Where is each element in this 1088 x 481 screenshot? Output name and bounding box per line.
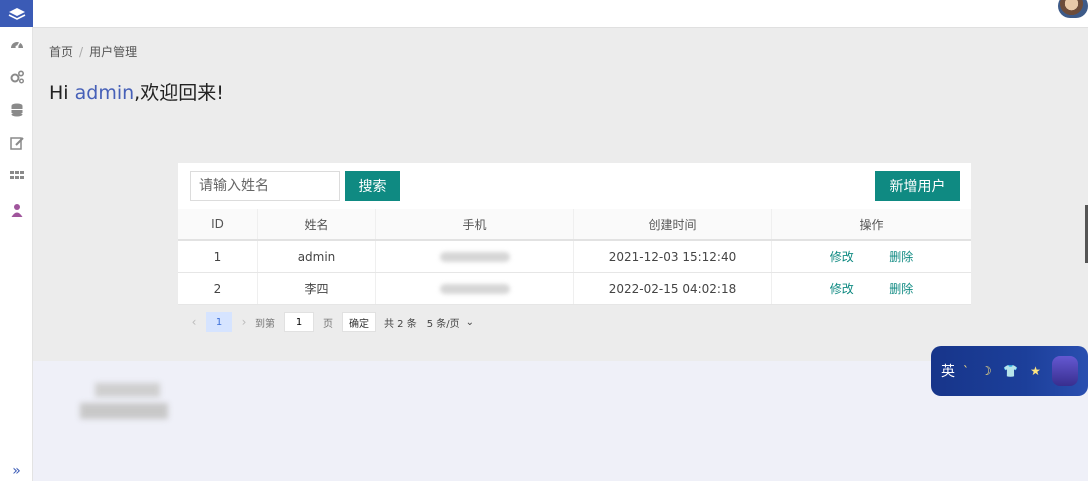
logo-layers-icon[interactable] [0,0,33,27]
cell-created-time: 2021-12-03 15:12:40 [574,241,772,272]
column-header-created-time[interactable]: 创建时间 [574,209,772,239]
top-header [33,0,1088,28]
database-icon[interactable] [0,99,33,121]
edit-link[interactable]: 修改 [830,280,854,297]
column-header-name[interactable]: 姓名 [258,209,376,239]
ime-character-icon [1052,356,1078,386]
cell-id: 2 [178,273,258,304]
column-header-id[interactable]: ID [178,209,258,239]
delete-link[interactable]: 删除 [889,280,913,297]
goto-page-input[interactable] [284,312,314,332]
pagination: ‹ 1 › 到第 页 确定 共 2 条 5 条/页 ⌄ [186,312,474,332]
prev-page-icon[interactable]: ‹ [186,315,202,329]
greeting-prefix: Hi [49,82,75,104]
redacted-block [80,403,168,419]
redacted-phone [439,283,510,294]
ime-language: 英 [941,364,955,380]
ime-widget[interactable]: 英 ˋ ☽ 👕 ★ [931,346,1088,396]
total-count: 共 2 条 [384,318,417,330]
lower-section [33,361,1088,481]
goto-label: 到第 [255,318,275,330]
cell-created-time: 2022-02-15 04:02:18 [574,273,772,304]
sidebar-collapse-icon[interactable]: » [0,462,33,480]
edit-icon[interactable] [0,132,33,154]
cell-id: 1 [178,241,258,272]
greeting-username: admin [74,82,135,104]
breadcrumb-current: 用户管理 [89,45,138,59]
cell-actions: 修改 删除 [772,241,971,272]
delete-link[interactable]: 删除 [889,248,913,265]
search-input[interactable] [190,171,340,201]
ime-decoration-icons: ˋ ☽ 👕 ★ [963,364,1045,378]
chevron-down-icon: ⌄ [465,316,475,328]
sidebar: » [0,0,33,481]
cell-name: 李四 [258,273,376,304]
user-icon[interactable] [0,199,33,221]
page-greeting: Hi admin,欢迎回来! [49,78,224,105]
page-size-select[interactable]: 5 条/页 ⌄ [427,315,474,330]
goto-confirm-button[interactable]: 确定 [342,312,376,332]
cell-name: admin [258,241,376,272]
page-unit-label: 页 [323,318,333,330]
page-size-value: 5 条/页 [426,318,460,330]
column-header-actions: 操作 [859,217,884,232]
user-table-panel: 搜索 新增用户 ID 姓名 手机 创建时间 操作 1 admin 2021-12… [178,163,971,305]
cell-phone-redacted [376,273,574,304]
page-number-current[interactable]: 1 [206,312,232,332]
dashboard-icon[interactable] [0,33,33,55]
table-row: 2 李四 2022-02-15 04:02:18 修改 删除 [178,273,971,305]
grid-icon[interactable] [0,165,33,187]
greeting-suffix: ,欢迎回来! [134,82,224,104]
search-button[interactable]: 搜索 [345,171,400,201]
breadcrumb-separator: / [79,45,84,59]
avatar[interactable] [1058,0,1088,18]
cell-actions: 修改 删除 [772,273,971,304]
redacted-block [95,383,160,397]
column-header-phone[interactable]: 手机 [376,209,574,239]
table-row: 1 admin 2021-12-03 15:12:40 修改 删除 [178,241,971,273]
breadcrumb-home[interactable]: 首页 [49,45,73,59]
gears-icon[interactable] [0,66,33,88]
next-page-icon[interactable]: › [236,315,252,329]
edit-link[interactable]: 修改 [830,248,854,265]
breadcrumb: 首页 / 用户管理 [49,43,137,60]
redacted-phone [439,251,510,262]
table-header-row: ID 姓名 手机 创建时间 操作 [178,209,971,241]
add-user-button[interactable]: 新增用户 [875,171,960,201]
cell-phone-redacted [376,241,574,272]
